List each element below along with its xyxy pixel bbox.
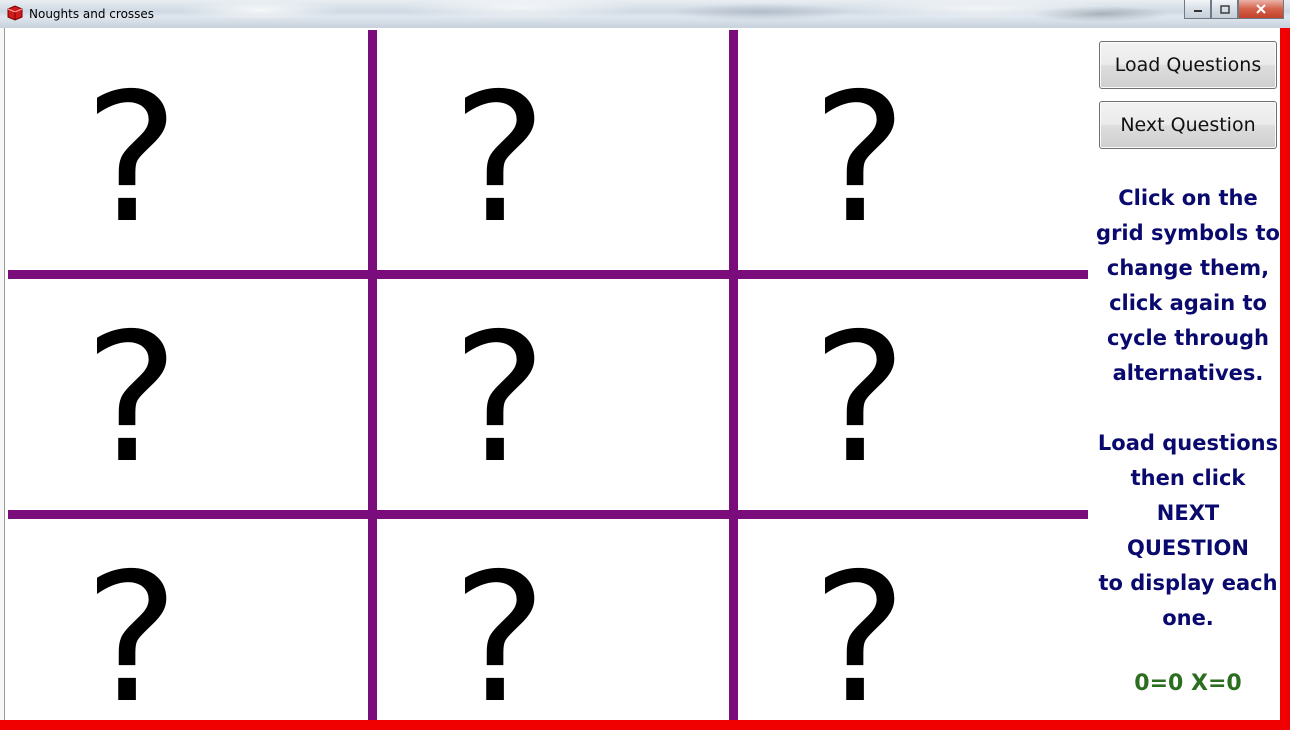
grid-line-vertical-1 bbox=[368, 30, 377, 720]
cell-symbol: ? bbox=[812, 535, 907, 721]
cell-symbol: ? bbox=[812, 295, 907, 502]
load-questions-button[interactable]: Load Questions bbox=[1099, 41, 1277, 89]
cell-symbol: ? bbox=[452, 295, 547, 502]
game-grid: ? ? ? ? ? ? ? ? ? bbox=[5, 30, 1088, 720]
grid-cell-8[interactable]: ? bbox=[377, 519, 732, 721]
maximize-button[interactable] bbox=[1211, 0, 1238, 19]
maximize-icon bbox=[1219, 4, 1230, 14]
grid-cell-7[interactable]: ? bbox=[5, 519, 368, 721]
cell-symbol: ? bbox=[84, 295, 179, 502]
score-display: 0=0 X=0 bbox=[1134, 671, 1242, 696]
window-controls bbox=[1184, 0, 1284, 20]
grid-cell-2[interactable]: ? bbox=[377, 30, 732, 270]
minimize-button[interactable] bbox=[1184, 0, 1211, 19]
instructions-text: Click on the grid symbols to change them… bbox=[1096, 186, 1280, 630]
grid-cell-4[interactable]: ? bbox=[5, 279, 368, 510]
cell-symbol: ? bbox=[84, 55, 179, 262]
title-bar[interactable]: Noughts and crosses bbox=[0, 0, 1290, 28]
app-icon[interactable] bbox=[6, 4, 24, 22]
grid-cell-1[interactable]: ? bbox=[5, 30, 368, 270]
window-title: Noughts and crosses bbox=[29, 7, 155, 21]
grid-line-horizontal-1 bbox=[8, 270, 1088, 279]
minimize-icon bbox=[1193, 10, 1202, 12]
grid-cell-5[interactable]: ? bbox=[377, 279, 732, 510]
cell-symbol: ? bbox=[84, 535, 179, 721]
app-window: Noughts and crosses ? ? ? ? ? ? ? ? ? Lo… bbox=[0, 0, 1290, 730]
cell-symbol: ? bbox=[452, 55, 547, 262]
cell-symbol: ? bbox=[452, 535, 547, 721]
title-bar-background bbox=[0, 0, 1290, 28]
next-question-button[interactable]: Next Question bbox=[1099, 101, 1277, 149]
grid-line-horizontal-2 bbox=[8, 510, 1088, 519]
window-right-border bbox=[1280, 28, 1290, 730]
window-bottom-border bbox=[0, 720, 1290, 730]
close-button[interactable] bbox=[1238, 0, 1284, 19]
grid-line-vertical-2 bbox=[729, 30, 738, 720]
close-icon bbox=[1256, 4, 1266, 14]
grid-cell-9[interactable]: ? bbox=[741, 519, 1088, 721]
control-panel: Load Questions Next Question Click on th… bbox=[1090, 30, 1280, 720]
grid-cell-3[interactable]: ? bbox=[741, 30, 1088, 270]
cell-symbol: ? bbox=[812, 55, 907, 262]
grid-cell-6[interactable]: ? bbox=[741, 279, 1088, 510]
